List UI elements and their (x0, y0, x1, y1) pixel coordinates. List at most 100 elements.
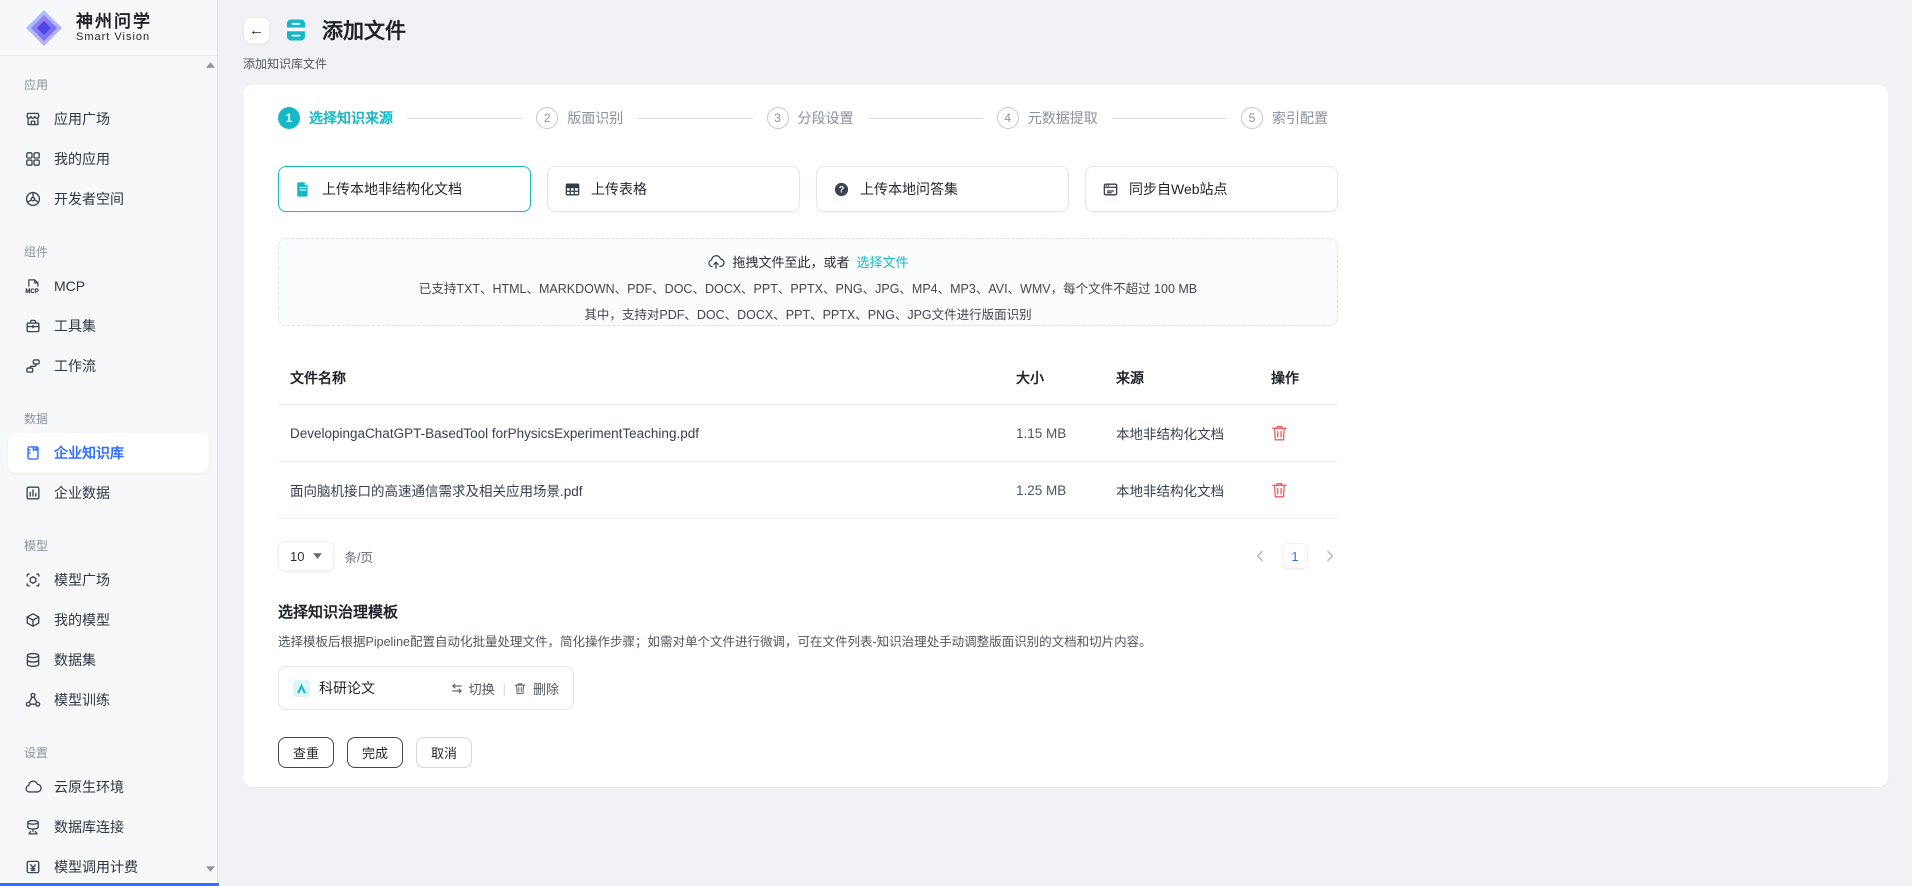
switch-icon (450, 682, 464, 695)
sidebar-section-label: 应用 (24, 76, 193, 93)
cancel-button[interactable]: 取消 (416, 737, 472, 768)
trash-icon (514, 682, 528, 695)
page-size-select[interactable]: 10 (278, 541, 334, 571)
scroll-down-icon[interactable] (204, 864, 216, 874)
step-connector (1112, 118, 1227, 119)
page-title: 添加文件 (322, 15, 406, 45)
sidebar-section-label: 数据 (24, 410, 193, 427)
prev-page-icon[interactable] (1252, 548, 1268, 564)
sidebar-item-billing[interactable]: 模型调用计费 (8, 847, 209, 886)
table-header-row: 文件名称 大小 来源 操作 (278, 362, 1338, 405)
sidebar-item-enterprise-data[interactable]: 企业数据 (8, 473, 209, 513)
step-connector (868, 118, 983, 119)
sidebar-item-label: 数据集 (54, 650, 96, 670)
step-layout-recognition: 2 版面识别 (536, 107, 623, 129)
svg-text:MCP: MCP (25, 289, 38, 295)
sidebar-item-label: 企业知识库 (54, 443, 124, 463)
step-number: 2 (536, 107, 558, 129)
select-file-link[interactable]: 选择文件 (857, 252, 909, 271)
tab-label: 上传表格 (591, 179, 647, 199)
step-number: 4 (997, 107, 1019, 129)
delete-file-icon[interactable] (1271, 424, 1289, 442)
tab-label: 上传本地问答集 (860, 179, 958, 199)
step-connector (407, 118, 522, 119)
sidebar-item-knowledge-base[interactable]: 企业知识库 (8, 433, 209, 473)
db-connection-icon (24, 818, 42, 836)
sidebar-item-my-apps[interactable]: 我的应用 (8, 139, 209, 179)
brand-text: 神州问学 Smart Vision (76, 12, 152, 44)
table-row: 面向脑机接口的高速通信需求及相关应用场景.pdf 1.25 MB 本地非结构化文… (278, 462, 1338, 519)
step-index-config: 5 索引配置 (1241, 107, 1328, 129)
sidebar-item-label: 工作流 (54, 356, 96, 376)
file-size: 1.25 MB (1016, 483, 1116, 498)
finish-button[interactable]: 完成 (347, 737, 403, 768)
divider: | (503, 681, 506, 696)
step-label: 版面识别 (567, 108, 623, 128)
sidebar-item-toolset[interactable]: 工具集 (8, 306, 209, 346)
sidebar-item-cloud-native[interactable]: 云原生环境 (8, 767, 209, 807)
sidebar-item-mcp[interactable]: MCP MCP (8, 266, 209, 306)
step-label: 选择知识来源 (309, 108, 393, 128)
scroll-up-icon[interactable] (204, 60, 216, 70)
next-page-icon[interactable] (1322, 548, 1338, 564)
page-size-value: 10 (290, 549, 304, 564)
current-page-button[interactable]: 1 (1282, 543, 1308, 569)
sidebar-item-model-market[interactable]: 模型广场 (8, 560, 209, 600)
governance-title: 选择知识治理模板 (278, 601, 1853, 622)
template-logo-icon (293, 680, 310, 697)
grid-icon (24, 150, 42, 168)
sidebar-item-workflow[interactable]: 工作流 (8, 346, 209, 386)
step-segmentation: 3 分段设置 (767, 107, 854, 129)
tab-label: 同步自Web站点 (1129, 179, 1228, 199)
developer-icon (24, 190, 42, 208)
dedupe-button[interactable]: 查重 (278, 737, 334, 768)
sidebar-item-label: 我的应用 (54, 149, 110, 169)
sidebar-item-my-models[interactable]: 我的模型 (8, 600, 209, 640)
sidebar-item-model-training[interactable]: 模型训练 (8, 680, 209, 720)
tab-upload-table[interactable]: 上传表格 (547, 166, 800, 212)
brand-logo-icon (24, 8, 64, 48)
sidebar-item-db-connection[interactable]: 数据库连接 (8, 807, 209, 847)
step-connector (637, 118, 752, 119)
delete-template-button[interactable]: 删除 (514, 679, 559, 698)
sidebar-item-label: 模型调用计费 (54, 857, 138, 877)
table-icon (564, 181, 581, 198)
training-nodes-icon (24, 691, 42, 709)
file-dropzone[interactable]: 拖拽文件至此，或者 选择文件 已支持TXT、HTML、MARKDOWN、PDF、… (278, 238, 1338, 326)
sidebar-item-label: 开发者空间 (54, 189, 124, 209)
col-file-name: 文件名称 (290, 368, 1016, 388)
knowledge-base-icon (24, 444, 42, 462)
sidebar-item-label: 应用广场 (54, 109, 110, 129)
sidebar-item-label: 模型广场 (54, 570, 110, 590)
sidebar-section-label: 组件 (24, 243, 193, 260)
storefront-icon (24, 110, 42, 128)
delete-file-icon[interactable] (1271, 481, 1289, 499)
sidebar-item-app-market[interactable]: 应用广场 (8, 99, 209, 139)
tab-upload-qa-set[interactable]: ? 上传本地问答集 (816, 166, 1069, 212)
tab-sync-from-web[interactable]: 同步自Web站点 (1085, 166, 1338, 212)
toolbox-icon (24, 317, 42, 335)
step-label: 元数据提取 (1028, 108, 1098, 128)
dropzone-ocr-note: 其中，支持对PDF、DOC、DOCX、PPT、PPTX、PNG、JPG文件进行版… (279, 304, 1337, 323)
page-subtitle: 添加知识库文件 (243, 55, 1888, 72)
sidebar-item-label: MCP (54, 278, 85, 294)
back-button[interactable]: ← (243, 17, 270, 44)
col-action: 操作 (1271, 368, 1326, 388)
stepper: 1 选择知识来源 2 版面识别 3 分段设置 4 元数据提取 (278, 107, 1328, 129)
table-row: DevelopingaChatGPT-BasedTool forPhysicsE… (278, 405, 1338, 462)
tab-upload-unstructured-doc[interactable]: 上传本地非结构化文档 (278, 166, 531, 212)
sidebar: 神州问学 Smart Vision 应用 应用广场 我的应用 (0, 0, 218, 886)
sidebar-item-datasets[interactable]: 数据集 (8, 640, 209, 680)
workflow-icon (24, 357, 42, 375)
web-sync-icon (1102, 181, 1119, 198)
template-chip: 科研论文 切换 | 删除 (278, 666, 574, 710)
file-size: 1.15 MB (1016, 426, 1116, 441)
sidebar-item-label: 我的模型 (54, 610, 110, 630)
sidebar-item-developer-space[interactable]: 开发者空间 (8, 179, 209, 219)
page-header: ← 添加文件 (243, 15, 1888, 45)
file-source: 本地非结构化文档 (1116, 423, 1271, 443)
switch-template-button[interactable]: 切换 (450, 679, 495, 698)
app-root: 神州问学 Smart Vision 应用 应用广场 我的应用 (0, 0, 1912, 886)
sidebar-item-label: 云原生环境 (54, 777, 124, 797)
back-arrow-icon: ← (249, 22, 264, 39)
